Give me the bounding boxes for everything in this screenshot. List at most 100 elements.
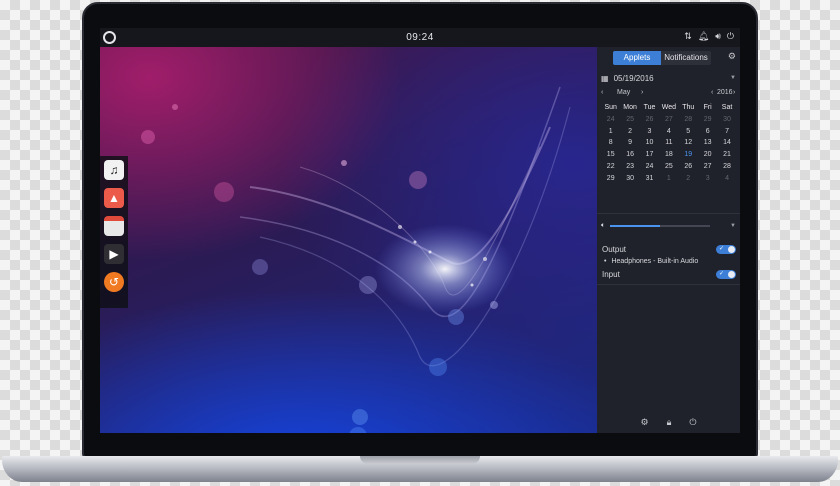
volume-control: 🔈︎ ▼	[601, 220, 736, 232]
calendar-day[interactable]: 29	[601, 173, 620, 185]
volume-slider-fill	[610, 225, 661, 227]
system-tray: ⇅ 🔔︎ 🔊︎ ⏻	[684, 31, 734, 42]
desktop-wallpaper	[100, 47, 597, 433]
weekday-label: Mon	[623, 104, 637, 111]
divider	[597, 213, 740, 214]
divider	[597, 284, 740, 285]
software-center-icon[interactable]: ↺	[104, 272, 124, 292]
calendar-day[interactable]: 12	[679, 137, 698, 149]
prev-year-icon[interactable]: ‹	[711, 89, 713, 96]
calendar-day[interactable]: 13	[698, 137, 717, 149]
calendar-day[interactable]: 30	[717, 114, 736, 126]
calendar-day[interactable]: 18	[659, 149, 678, 161]
gear-icon[interactable]: ⚙	[728, 51, 736, 62]
input-label: Input	[602, 269, 620, 279]
power-icon[interactable]: ⏻	[727, 31, 734, 42]
bell-icon[interactable]: 🔔︎	[698, 31, 709, 42]
year-label: 2016	[717, 89, 733, 96]
output-label: Output	[602, 244, 627, 254]
weekday-label: Tue	[643, 104, 656, 111]
calendar-day[interactable]: 21	[717, 149, 736, 161]
output-device-row[interactable]: • Headphones - Built-in Audio	[602, 255, 736, 267]
calendar-day[interactable]: 24	[601, 114, 620, 126]
calendar-day[interactable]: 27	[659, 114, 678, 126]
next-year-icon[interactable]: ›	[733, 89, 735, 96]
weekday-label: Wed	[661, 104, 676, 111]
prev-month-icon[interactable]: ‹	[601, 89, 603, 96]
calendar-day[interactable]: 28	[679, 114, 698, 126]
calendar-day[interactable]: 6	[698, 126, 717, 138]
current-date: 05/19/2016	[613, 73, 654, 83]
lock-icon[interactable]: 🔒︎	[667, 417, 672, 428]
dock: ♫ ▲ ▶ ↺	[100, 156, 128, 308]
laptop-notch	[360, 456, 480, 464]
calendar-header[interactable]: ▦ 05/19/2016 ▼	[601, 72, 736, 84]
month-nav: ‹ May › ‹ 2016 ›	[601, 88, 736, 100]
volume-icon: 🔈︎	[601, 222, 606, 229]
calendar-day[interactable]: 2	[620, 126, 639, 138]
calendar-icon: ▦	[601, 73, 609, 83]
raven-tabs: Applets Notifications	[613, 51, 711, 65]
calendar-day[interactable]: 26	[679, 161, 698, 173]
calendar-day[interactable]: 5	[679, 126, 698, 138]
calendar-app-icon[interactable]	[104, 216, 124, 236]
calendar-day[interactable]: 15	[601, 149, 620, 161]
calendar-day[interactable]: 4	[717, 173, 736, 185]
weekday-label: Fri	[703, 104, 712, 111]
calendar-day[interactable]: 27	[698, 161, 717, 173]
calendar-day[interactable]: 10	[640, 137, 659, 149]
calendar-day[interactable]: 22	[601, 161, 620, 173]
media-player-icon[interactable]: ▶	[104, 244, 124, 264]
calendar-day[interactable]: 2	[679, 173, 698, 185]
calendar-day[interactable]: 11	[659, 137, 678, 149]
input-toggle[interactable]	[716, 269, 736, 279]
calendar-day[interactable]: 19	[679, 149, 698, 161]
volume-icon[interactable]: 🔊︎	[715, 31, 721, 42]
calendar-day[interactable]: 8	[601, 137, 620, 149]
calendar-day[interactable]: 30	[620, 173, 639, 185]
calendar-day[interactable]: 14	[717, 137, 736, 149]
bullet-icon: •	[604, 257, 607, 265]
volume-slider[interactable]	[610, 225, 711, 227]
calendar-day[interactable]: 17	[640, 149, 659, 161]
music-app-icon[interactable]: ♫	[104, 160, 124, 180]
calendar-day[interactable]: 1	[659, 173, 678, 185]
calendar-grid: Sun Mon Tue Wed Thu Fri Sat 24 25 26 27 28 29 30 1 2 3 4 5…	[601, 102, 737, 185]
power-icon[interactable]: ⏻	[689, 417, 696, 428]
calendar-day[interactable]: 4	[659, 126, 678, 138]
calendar-day[interactable]: 28	[717, 161, 736, 173]
network-icon[interactable]: ⇅	[684, 31, 692, 42]
tab-notifications[interactable]: Notifications	[661, 51, 711, 65]
weekday-label: Sat	[721, 104, 733, 111]
next-month-icon[interactable]: ›	[641, 89, 643, 96]
weekday-label: Sun	[604, 104, 617, 111]
clock[interactable]: 09:24	[100, 32, 740, 43]
calendar-day[interactable]: 3	[640, 126, 659, 138]
raven-footer: ⚙ 🔒︎ ⏻	[597, 411, 740, 433]
chevron-down-icon[interactable]: ▼	[730, 223, 736, 229]
chevron-down-icon[interactable]: ▼	[730, 75, 736, 81]
settings-icon[interactable]: ⚙	[641, 417, 649, 428]
calendar-day[interactable]: 26	[640, 114, 659, 126]
output-row: Output	[602, 243, 736, 255]
tab-applets[interactable]: Applets	[613, 51, 661, 65]
month-label: May	[617, 89, 631, 96]
output-toggle[interactable]	[716, 244, 736, 254]
calendar-day[interactable]: 23	[620, 161, 639, 173]
top-panel: 09:24 ⇅ 🔔︎ 🔊︎ ⏻	[100, 28, 740, 47]
calendar-day[interactable]: 9	[620, 137, 639, 149]
calendar-day[interactable]: 16	[620, 149, 639, 161]
output-device: Headphones - Built-in Audio	[611, 257, 699, 265]
photos-app-icon[interactable]: ▲	[104, 188, 124, 208]
calendar-day[interactable]: 24	[640, 161, 659, 173]
calendar-day[interactable]: 25	[659, 161, 678, 173]
wallpaper-art	[141, 86, 571, 433]
calendar-day[interactable]: 3	[698, 173, 717, 185]
calendar-days: Sun Mon Tue Wed Thu Fri Sat 24 25 26 27 28 29 30 1 2 3 4 5…	[601, 102, 737, 185]
calendar-day[interactable]: 29	[698, 114, 717, 126]
calendar-day[interactable]: 7	[717, 126, 736, 138]
calendar-day[interactable]: 1	[601, 126, 620, 138]
calendar-day[interactable]: 20	[698, 149, 717, 161]
calendar-day[interactable]: 31	[640, 173, 659, 185]
calendar-day[interactable]: 25	[620, 114, 639, 126]
